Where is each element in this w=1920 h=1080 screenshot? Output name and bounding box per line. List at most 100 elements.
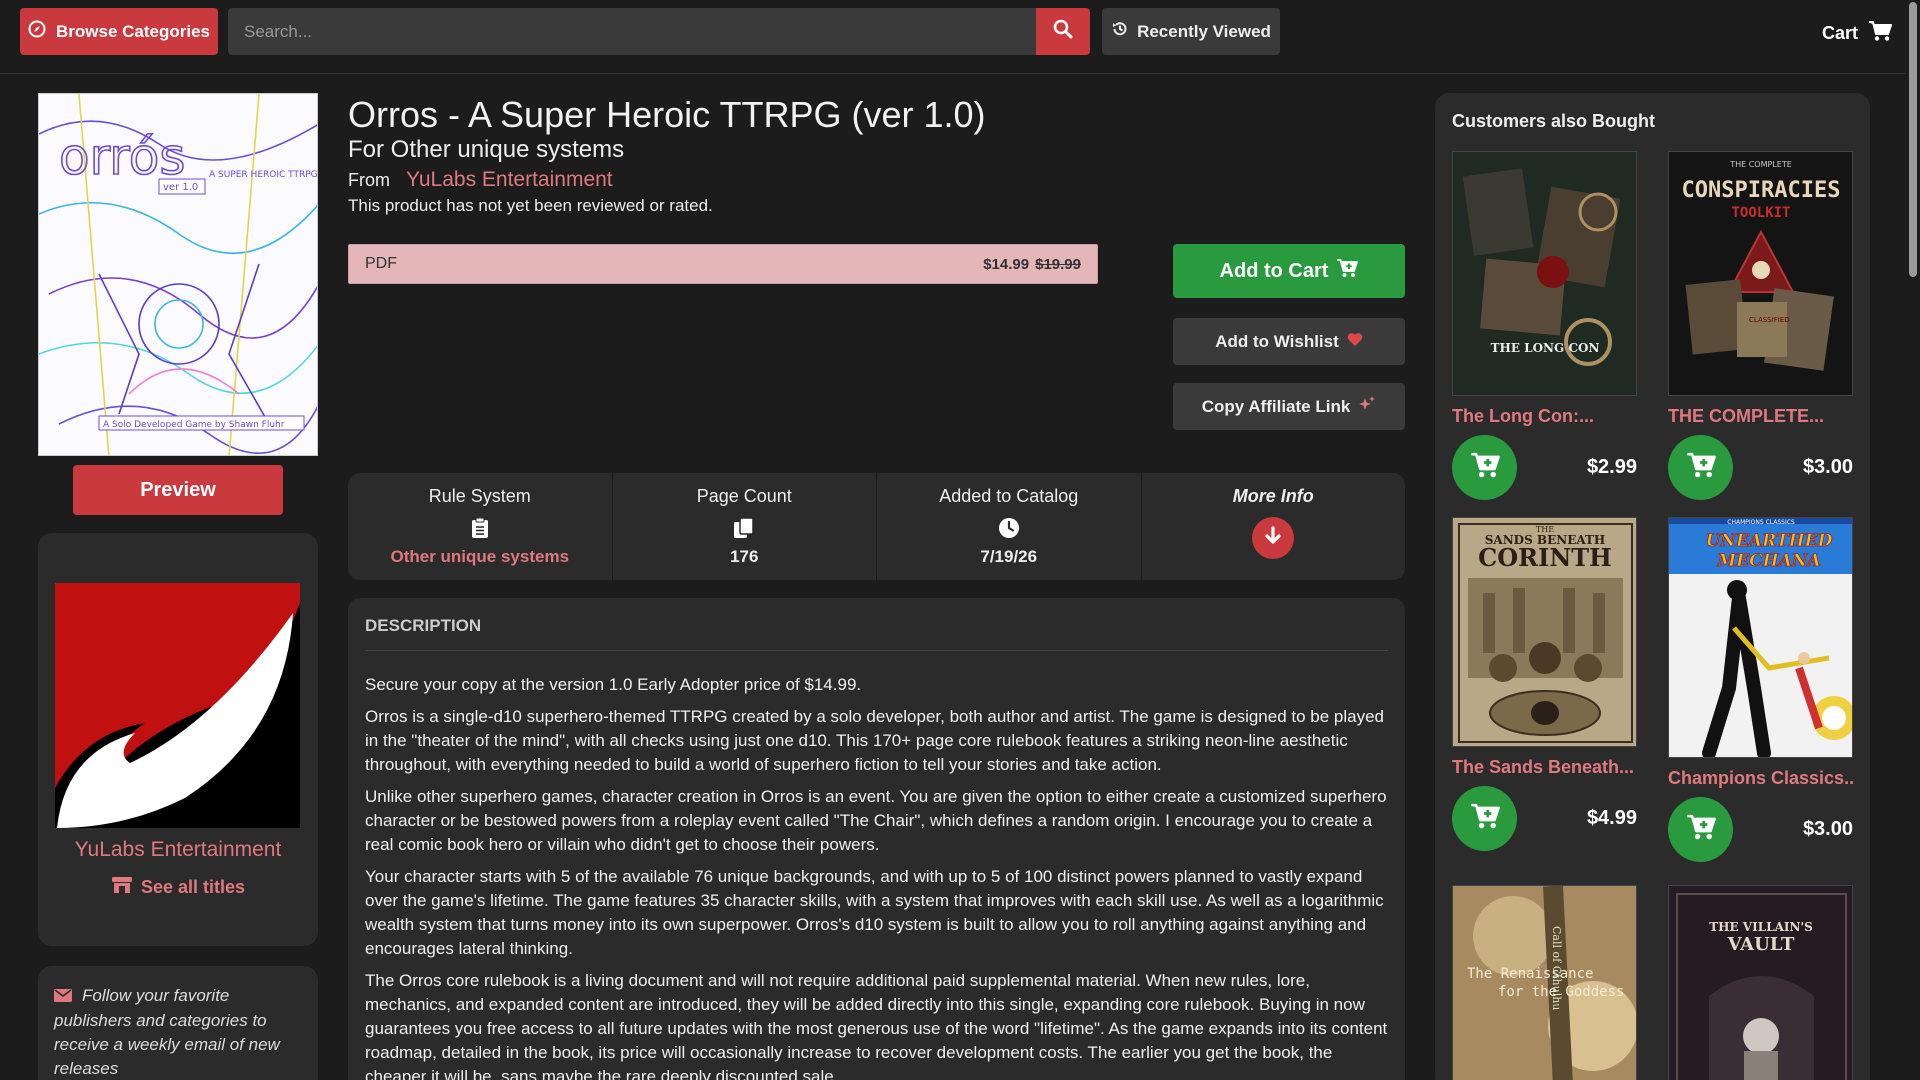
format-price: $14.99 $19.99 bbox=[983, 256, 1081, 273]
recommended-product: THE LONG CON The Long Con:... $2.99 bbox=[1452, 151, 1637, 500]
description-paragraph: Your character starts with 5 of the avai… bbox=[365, 867, 1384, 958]
description-paragraph: Secure your copy at the version 1.0 Earl… bbox=[365, 675, 862, 694]
thumbnail-subtitle: CORINTH bbox=[1478, 543, 1612, 572]
thumbnail-title: THE LONG CON bbox=[1491, 341, 1600, 355]
recommended-product-price: $4.99 bbox=[1586, 807, 1637, 829]
publisher-logo[interactable] bbox=[55, 583, 300, 828]
add-to-cart-button[interactable]: Add to Cart bbox=[1173, 244, 1405, 298]
recommended-product-name[interactable]: The Long Con:... bbox=[1452, 406, 1637, 427]
browse-categories-label: Browse Categories bbox=[56, 21, 210, 41]
buy-row: $4.99 bbox=[1452, 786, 1637, 851]
thumbnail-title: CONSPIRACIES bbox=[1682, 178, 1841, 203]
cart-link[interactable]: Cart bbox=[1822, 20, 1893, 47]
more-info-label: More Info bbox=[1232, 486, 1314, 506]
original-price: $19.99 bbox=[1035, 255, 1081, 273]
clipboard-icon bbox=[471, 513, 489, 543]
cart-label: Cart bbox=[1822, 23, 1859, 43]
cover-version: ver 1.0 bbox=[163, 182, 198, 193]
customers-also-bought-panel: Customers also Bought THE LONG CON The L… bbox=[1435, 93, 1870, 1080]
page-count-value: 176 bbox=[730, 547, 759, 566]
history-icon bbox=[1111, 20, 1129, 43]
thumbnail-title: THE VILLAIN'S bbox=[1709, 920, 1813, 934]
product-thumbnail[interactable]: THE VILLAIN'S VAULT bbox=[1668, 885, 1853, 1080]
quick-add-to-cart-button[interactable] bbox=[1668, 435, 1733, 500]
product-subtitle: For Other unique systems bbox=[348, 136, 625, 163]
product-thumbnail[interactable]: THE LONG CON bbox=[1452, 151, 1637, 396]
buy-row: $2.99 bbox=[1452, 435, 1637, 500]
added-to-catalog-value: 7/19/26 bbox=[980, 547, 1038, 566]
scrollbar-thumb[interactable] bbox=[1909, 2, 1917, 277]
publisher-name[interactable]: YuLabs Entertainment bbox=[38, 838, 318, 862]
copy-affiliate-link-label: Copy Affiliate Link bbox=[1201, 396, 1351, 416]
clock-icon bbox=[998, 513, 1020, 543]
added-to-catalog-column: Added to Catalog 7/19/26 bbox=[877, 473, 1142, 580]
follow-text: Follow your favorite publishers and cate… bbox=[54, 986, 280, 1078]
cart-plus-icon bbox=[1470, 451, 1500, 484]
add-to-wishlist-label: Add to Wishlist bbox=[1215, 331, 1339, 351]
search-bar bbox=[228, 8, 1090, 55]
description-paragraph: Unlike other superhero games, character … bbox=[365, 787, 1387, 854]
buy-row: $3.00 bbox=[1668, 797, 1853, 862]
top-bar: Browse Categories Recently Viewed Cart bbox=[0, 0, 1905, 74]
search-icon bbox=[1053, 19, 1073, 44]
cover-title: orrós bbox=[59, 128, 185, 186]
description-panel: DESCRIPTION Secure your copy at the vers… bbox=[348, 598, 1405, 1080]
recommended-product: THE COMPLETE CONSPIRACIES TOOLKIT CLASSI… bbox=[1668, 151, 1853, 500]
recommended-product-name[interactable]: THE COMPLETE... bbox=[1668, 406, 1853, 427]
added-to-catalog-label: Added to Catalog bbox=[939, 486, 1079, 506]
description-paragraph: Orros is a single-d10 superhero-themed T… bbox=[365, 707, 1385, 774]
recommended-product: CHAMPIONS CLASSICS UNEARTHED MECHANA Cha… bbox=[1668, 517, 1853, 862]
recommended-product-name[interactable]: The Sands Beneath... bbox=[1452, 757, 1637, 778]
search-button[interactable] bbox=[1036, 8, 1090, 55]
quick-add-to-cart-button[interactable] bbox=[1668, 797, 1733, 862]
heart-icon bbox=[1347, 332, 1363, 352]
thumbnail-subtitle: MECHANA bbox=[1716, 551, 1820, 571]
thumbnail-subtitle: TOOLKIT bbox=[1731, 205, 1790, 221]
browse-categories-button[interactable]: Browse Categories bbox=[20, 8, 218, 55]
publisher-card: YuLabs Entertainment See all titles bbox=[38, 533, 318, 946]
quick-add-to-cart-button[interactable] bbox=[1452, 435, 1517, 500]
store-icon bbox=[111, 876, 133, 899]
product-thumbnail[interactable]: THE COMPLETE CONSPIRACIES TOOLKIT CLASSI… bbox=[1668, 151, 1853, 396]
cart-plus-icon bbox=[1686, 451, 1716, 484]
format-label: PDF bbox=[365, 255, 397, 272]
rule-system-column: Rule System Other unique systems bbox=[348, 473, 613, 580]
description-paragraph: The Orros core rulebook is a living docu… bbox=[365, 971, 1388, 1080]
customers-also-bought-title: Customers also Bought bbox=[1452, 111, 1656, 131]
add-to-wishlist-button[interactable]: Add to Wishlist bbox=[1173, 318, 1405, 365]
preview-button[interactable]: Preview bbox=[73, 465, 283, 515]
quick-add-to-cart-button[interactable] bbox=[1452, 786, 1517, 851]
cart-plus-icon bbox=[1470, 802, 1500, 835]
product-cover-image[interactable]: orrós ver 1.0 A SUPER HEROIC TTRPG A Sol… bbox=[38, 93, 318, 456]
search-input[interactable] bbox=[228, 8, 1036, 55]
publisher-link[interactable]: YuLabs Entertainment bbox=[406, 168, 613, 192]
thumbnail-subtitle: for the Goddess bbox=[1498, 984, 1624, 1000]
product-info-panel: Rule System Other unique systems Page Co… bbox=[348, 473, 1405, 580]
recommended-product: THE SANDS BENEATH CORINTH The Sands Bene… bbox=[1452, 517, 1637, 851]
recommended-product-name[interactable]: Champions Classics... bbox=[1668, 768, 1853, 789]
current-price: $14.99 bbox=[983, 255, 1030, 273]
more-info-column: More Info bbox=[1142, 473, 1406, 580]
rule-system-label: Rule System bbox=[428, 486, 531, 506]
arrow-down-icon bbox=[1264, 525, 1282, 551]
recommended-product-price: $3.00 bbox=[1802, 818, 1853, 840]
page-scrollbar[interactable] bbox=[1906, 0, 1920, 1080]
rating-status: This product has not yet been reviewed o… bbox=[348, 196, 713, 215]
product-thumbnail[interactable]: CHAMPIONS CLASSICS UNEARTHED MECHANA bbox=[1668, 517, 1853, 758]
product-thumbnail[interactable]: Call of Cthulhu The Renaissance for the … bbox=[1452, 885, 1637, 1080]
page-count-label: Page Count bbox=[696, 486, 792, 506]
product-thumbnail[interactable]: THE SANDS BENEATH CORINTH bbox=[1452, 517, 1637, 747]
see-all-titles-link[interactable]: See all titles bbox=[38, 876, 318, 899]
recommended-product: THE VILLAIN'S VAULT bbox=[1668, 885, 1853, 1080]
more-info-button[interactable] bbox=[1252, 517, 1295, 559]
recently-viewed-button[interactable]: Recently Viewed bbox=[1102, 8, 1280, 55]
thumbnail-stamp: CLASSIFIED bbox=[1749, 316, 1790, 324]
format-option-pdf[interactable]: PDF $14.99 $19.99 bbox=[348, 244, 1098, 284]
rule-system-value[interactable]: Other unique systems bbox=[390, 543, 569, 571]
recommended-product: Call of Cthulhu The Renaissance for the … bbox=[1452, 885, 1637, 1080]
thumbnail-pre-title: THE COMPLETE bbox=[1729, 160, 1792, 169]
sparkle-icon bbox=[1358, 395, 1376, 418]
thumbnail-title: UNEARTHED bbox=[1706, 531, 1833, 551]
cart-plus-icon bbox=[1686, 813, 1716, 846]
copy-affiliate-link-button[interactable]: Copy Affiliate Link bbox=[1173, 383, 1405, 430]
